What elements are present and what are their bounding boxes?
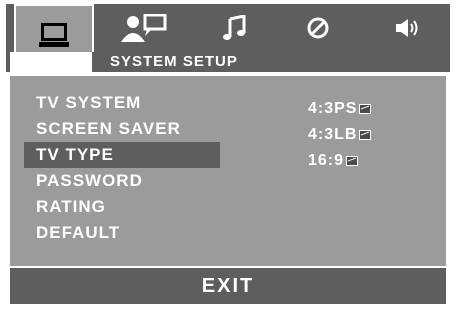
exit-button[interactable]: EXIT bbox=[10, 268, 446, 304]
tab-speaker[interactable] bbox=[368, 4, 448, 52]
option-4-3-lb[interactable]: 4:3LB bbox=[308, 122, 372, 148]
menu-item-tv-system[interactable]: TV SYSTEM bbox=[24, 90, 220, 116]
header-left-edge bbox=[6, 52, 10, 72]
settings-panel: TV SYSTEM SCREEN SAVER TV TYPE PASSWORD … bbox=[10, 76, 446, 266]
option-label: 4:3PS bbox=[308, 100, 358, 117]
menu-item-default[interactable]: DEFAULT bbox=[24, 220, 220, 246]
speaker-icon bbox=[396, 19, 418, 37]
tab-language[interactable] bbox=[104, 4, 184, 52]
option-4-3-ps[interactable]: 4:3PS bbox=[308, 96, 372, 122]
tab-video[interactable] bbox=[278, 4, 358, 52]
menu-item-tv-type[interactable]: TV TYPE bbox=[24, 142, 220, 168]
music-note-icon bbox=[223, 15, 246, 40]
category-tab-bar bbox=[6, 4, 450, 66]
menu-item-password[interactable]: PASSWORD bbox=[24, 168, 220, 194]
page-title: SYSTEM SETUP bbox=[92, 52, 450, 72]
aspect-image-icon bbox=[346, 156, 359, 166]
option-label: 4:3LB bbox=[308, 126, 358, 143]
menu-item-screen-saver[interactable]: SCREEN SAVER bbox=[24, 116, 220, 142]
setup-menu-frame: SYSTEM SETUP TV SYSTEM SCREEN SAVER TV T… bbox=[0, 0, 456, 312]
aspect-image-icon bbox=[359, 130, 372, 140]
tab-audio[interactable] bbox=[194, 4, 274, 52]
option-label: 16:9 bbox=[308, 152, 345, 169]
menu-item-rating[interactable]: RATING bbox=[24, 194, 220, 220]
header-left-gap bbox=[6, 52, 92, 72]
setup-menu-list: TV SYSTEM SCREEN SAVER TV TYPE PASSWORD … bbox=[24, 90, 220, 246]
option-16-9[interactable]: 16:9 bbox=[308, 148, 371, 174]
circle-slash-icon bbox=[307, 17, 329, 39]
aspect-image-icon bbox=[359, 104, 372, 114]
person-speech-icon bbox=[121, 14, 167, 42]
tv-type-options: 4:3PS 4:3LB 16:9 bbox=[308, 96, 372, 174]
monitor-icon bbox=[39, 23, 69, 47]
